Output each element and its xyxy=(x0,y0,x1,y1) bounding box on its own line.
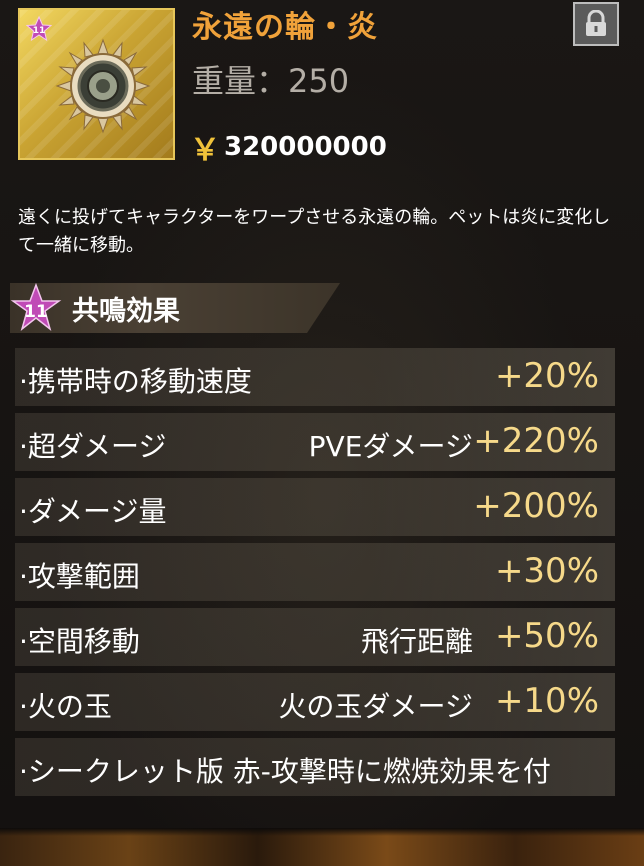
resonance-grade-text: 11 xyxy=(24,302,48,322)
effect-value: +30% xyxy=(494,551,599,591)
effect-row: ·空間移動 飛行距離 +50% xyxy=(15,608,615,666)
effect-value: +200% xyxy=(473,486,599,526)
padlock-icon xyxy=(586,10,606,36)
effect-name: ·空間移動 xyxy=(19,625,140,658)
effect-row: ·携帯時の移動速度 +20% xyxy=(15,348,615,406)
effect-name: ·ダメージ量 xyxy=(19,495,167,528)
spiked-ring-icon xyxy=(55,38,151,134)
grade-star-icon: 11 xyxy=(26,16,52,42)
effect-sub: 火の玉ダメージ xyxy=(278,690,473,723)
effect-row: ·攻撃範囲 +30% xyxy=(15,543,615,601)
item-price-row: ￥ 320000000 xyxy=(190,125,387,169)
effect-row: ·シークレット版 赤-攻撃時に燃焼効果を付 xyxy=(15,738,615,796)
effect-value: +220% xyxy=(473,421,599,461)
item-description: 遠くに投げてキャラクターをワープさせる永遠の輪。ペットは炎に変化して一緒に移動。 xyxy=(18,207,611,256)
effect-row: ·ダメージ量 +200% xyxy=(15,478,615,536)
yen-icon: ￥ xyxy=(190,133,220,168)
effects-list: ·携帯時の移動速度 +20% ·超ダメージ PVEダメージ +220% ·ダメー… xyxy=(15,348,615,803)
effect-name: ·携帯時の移動速度 xyxy=(19,365,252,398)
resonance-title: 共鳴効果 xyxy=(72,296,180,327)
effect-name: ·攻撃範囲 xyxy=(19,560,140,593)
item-name: 永遠の輪・炎 xyxy=(192,10,378,45)
effect-name: ·超ダメージ xyxy=(19,430,167,463)
resonance-star-icon: 11 xyxy=(10,283,62,332)
item-price: 320000000 xyxy=(224,132,387,162)
item-weight: 重量：250 xyxy=(192,62,350,100)
item-icon-frame: 11 xyxy=(18,8,175,160)
effect-row: ·火の玉 火の玉ダメージ +10% xyxy=(15,673,615,731)
resonance-header: 11 共鳴効果 xyxy=(10,283,340,333)
effect-name: ·火の玉 xyxy=(19,690,112,723)
effect-value: +20% xyxy=(494,356,599,396)
background-strip xyxy=(0,828,644,866)
effect-value: +50% xyxy=(494,616,599,656)
effect-sub: 飛行距離 xyxy=(360,625,473,658)
effect-row: ·超ダメージ PVEダメージ +220% xyxy=(15,413,615,471)
effect-name: ·シークレット版 赤-攻撃時に燃焼効果を付 xyxy=(19,755,551,788)
lock-button[interactable] xyxy=(573,2,619,46)
item-detail-panel: 11 永遠の輪・炎 重量：250 ￥ 320000000 遠くに投げてキャラクタ… xyxy=(0,0,644,828)
effect-sub: PVEダメージ xyxy=(308,430,473,463)
effect-value: +10% xyxy=(494,681,599,721)
grade-text: 11 xyxy=(33,26,46,36)
